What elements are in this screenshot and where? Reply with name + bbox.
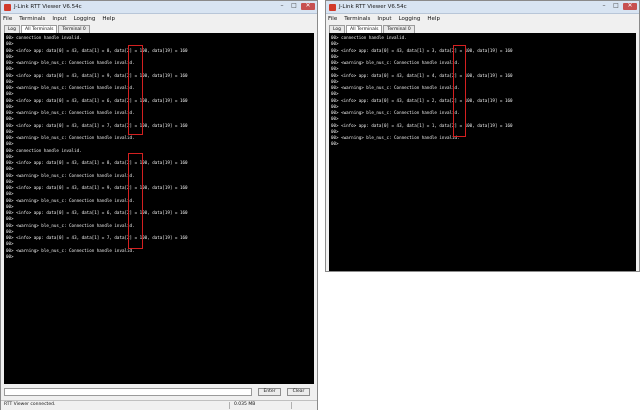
status-divider: [229, 402, 230, 409]
status-text: RTT Viewer connected.: [4, 402, 56, 407]
menu-bar: File Terminals Input Logging Help: [326, 14, 639, 24]
command-input[interactable]: [4, 388, 252, 396]
title-bar[interactable]: J-Link RTT Viewer V6.54c – □ ✕: [1, 1, 317, 14]
menu-help[interactable]: Help: [427, 16, 440, 22]
tab-all-terminals[interactable]: All Terminals: [346, 25, 383, 33]
minimize-icon[interactable]: –: [277, 3, 287, 10]
close-icon[interactable]: ✕: [301, 3, 315, 10]
maximize-icon[interactable]: □: [611, 3, 621, 10]
minimize-icon[interactable]: –: [599, 3, 609, 10]
menu-terminals[interactable]: Terminals: [344, 16, 370, 22]
terminal-tabs: Log All Terminals Terminal 0: [326, 24, 639, 33]
tab-terminal-0[interactable]: Terminal 0: [383, 25, 415, 33]
terminal-lines: 00> connection handle invalid. 00> 00> <in…: [4, 33, 314, 260]
terminal-output[interactable]: 00> connection handle invalid. 00> 00> <in…: [329, 33, 636, 271]
window-title: J-Link RTT Viewer V6.54c: [14, 4, 82, 10]
menu-file[interactable]: File: [328, 16, 337, 22]
menu-file[interactable]: File: [3, 16, 12, 22]
terminal-line: 00>: [6, 253, 14, 259]
enter-button[interactable]: Enter: [258, 388, 281, 396]
terminal-line: 00>: [331, 141, 339, 147]
menu-logging[interactable]: Logging: [74, 16, 96, 22]
terminal-output[interactable]: 00> connection handle invalid. 00> 00> <in…: [4, 33, 314, 384]
tab-log[interactable]: Log: [4, 25, 21, 33]
rtt-viewer-window-right: J-Link RTT Viewer V6.54c – □ ✕ File Term…: [325, 0, 640, 272]
terminal-tabs: Log All Terminals Terminal 0: [1, 24, 317, 33]
menu-input[interactable]: Input: [377, 16, 391, 22]
menu-bar: File Terminals Input Logging Help: [1, 14, 317, 24]
menu-input[interactable]: Input: [52, 16, 66, 22]
clear-button[interactable]: Clear: [287, 388, 310, 396]
highlight-box: [128, 45, 143, 135]
highlight-box: [128, 153, 143, 249]
status-bar: RTT Viewer connected. 0.035 MB: [1, 400, 317, 410]
jlink-app-icon: [4, 3, 11, 11]
menu-help[interactable]: Help: [102, 16, 115, 22]
jlink-app-icon: [329, 3, 336, 11]
rtt-viewer-window-left: J-Link RTT Viewer V6.54c – □ ✕ File Term…: [0, 0, 318, 410]
input-bar: Enter Clear: [4, 387, 314, 398]
menu-logging[interactable]: Logging: [399, 16, 421, 22]
status-divider: [291, 402, 292, 409]
highlight-box: [453, 45, 466, 137]
close-icon[interactable]: ✕: [623, 3, 637, 10]
maximize-icon[interactable]: □: [289, 3, 299, 10]
window-title: J-Link RTT Viewer V6.54c: [339, 4, 407, 10]
menu-terminals[interactable]: Terminals: [19, 16, 45, 22]
tab-log[interactable]: Log: [329, 25, 346, 33]
title-bar[interactable]: J-Link RTT Viewer V6.54c – □ ✕: [326, 1, 639, 14]
terminal-lines: 00> connection handle invalid. 00> 00> <in…: [329, 33, 636, 148]
tab-terminal-0[interactable]: Terminal 0: [58, 25, 90, 33]
tab-all-terminals[interactable]: All Terminals: [21, 25, 58, 33]
status-data-size: 0.035 MB: [234, 402, 256, 407]
